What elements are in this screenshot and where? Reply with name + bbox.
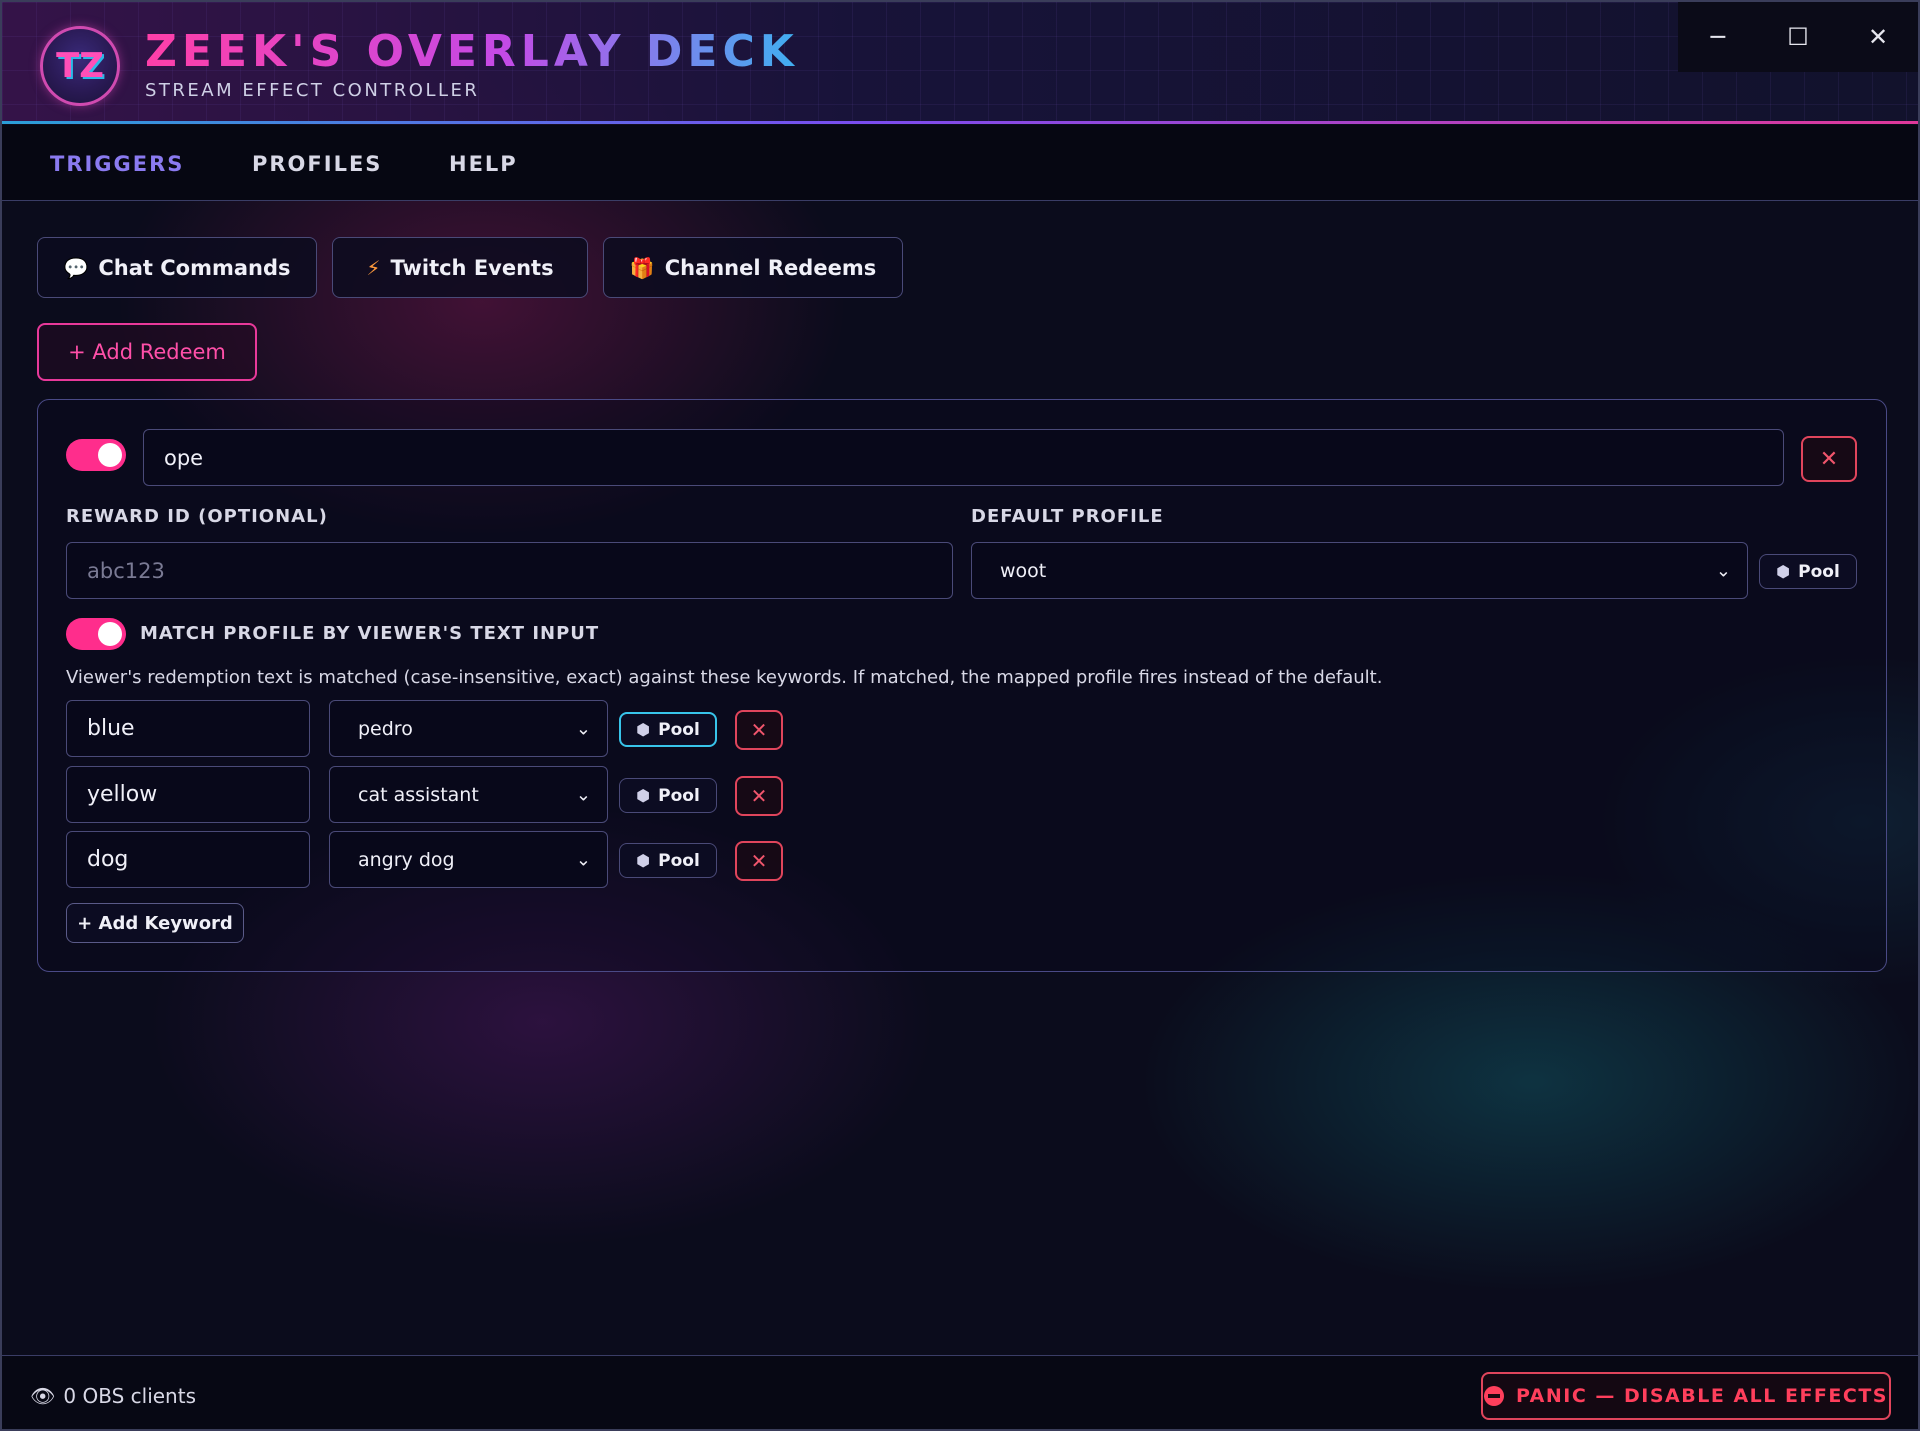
keyword-value: yellow — [87, 782, 158, 807]
pool-label: Pool — [658, 719, 700, 740]
keyword-input[interactable]: dog — [66, 831, 310, 888]
default-profile-value: woot — [1000, 559, 1047, 582]
subtab-channel-redeems[interactable]: 🎁 Channel Redeems — [603, 237, 903, 298]
lightning-icon: ⚡ — [366, 255, 381, 280]
reward-id-input[interactable]: abc123 — [66, 542, 953, 599]
delete-keyword-button[interactable]: ✕ — [735, 710, 783, 750]
dice-icon: ⬢ — [636, 786, 651, 805]
gift-icon: 🎁 — [629, 255, 655, 280]
close-icon: ✕ — [750, 718, 768, 742]
close-button[interactable]: ✕ — [1838, 2, 1918, 72]
delete-keyword-button[interactable]: ✕ — [735, 841, 783, 881]
reward-id-placeholder: abc123 — [87, 558, 165, 583]
default-pool-button[interactable]: ⬢ Pool — [1759, 554, 1857, 589]
pool-label: Pool — [658, 850, 700, 871]
no-entry-icon — [1484, 1386, 1504, 1406]
redeem-enabled-toggle[interactable] — [66, 439, 126, 471]
app-subtitle: STREAM EFFECT CONTROLLER — [145, 80, 480, 101]
keyword-profile-value: angry dog — [358, 848, 455, 871]
status-bar: 👁 0 OBS clients PANIC — DISABLE ALL EFFE… — [2, 1355, 1918, 1429]
dice-icon: ⬢ — [636, 720, 651, 739]
eye-icon: 👁 — [30, 1384, 56, 1408]
logo-text: TZ — [56, 46, 104, 86]
delete-redeem-button[interactable]: ✕ — [1801, 436, 1857, 482]
add-keyword-button[interactable]: + Add Keyword — [66, 903, 244, 943]
app-logo: TZ — [40, 26, 120, 106]
match-profile-label: MATCH PROFILE BY VIEWER'S TEXT INPUT — [140, 623, 600, 644]
subtab-label: Chat Commands — [98, 255, 291, 280]
keyword-input[interactable]: yellow — [66, 766, 310, 823]
panic-button[interactable]: PANIC — DISABLE ALL EFFECTS — [1481, 1372, 1891, 1420]
chevron-down-icon: ⌄ — [575, 849, 591, 870]
subtab-label: Channel Redeems — [664, 255, 877, 280]
maximize-icon: ☐ — [1787, 23, 1809, 51]
pool-label: Pool — [1798, 561, 1840, 582]
keyword-profile-value: pedro — [358, 717, 413, 740]
reward-id-label: REWARD ID (OPTIONAL) — [66, 506, 328, 527]
chat-bubble-icon: 💬 — [63, 255, 89, 280]
keyword-profile-select[interactable]: angry dog ⌄ — [329, 831, 608, 888]
keyword-profile-select[interactable]: cat assistant ⌄ — [329, 766, 608, 823]
tab-triggers[interactable]: TRIGGERS — [50, 152, 184, 176]
keyword-value: blue — [87, 716, 135, 741]
keyword-pool-button[interactable]: ⬢ Pool — [619, 843, 717, 878]
close-icon: ✕ — [1819, 446, 1839, 472]
subtab-chat-commands[interactable]: 💬 Chat Commands — [37, 237, 317, 298]
match-profile-toggle[interactable] — [66, 618, 126, 650]
redeem-name-value: ope — [164, 445, 204, 470]
chevron-down-icon: ⌄ — [1715, 560, 1731, 581]
chevron-down-icon: ⌄ — [575, 784, 591, 805]
tab-profiles[interactable]: PROFILES — [252, 152, 382, 176]
tab-help[interactable]: HELP — [449, 152, 518, 176]
obs-status: 👁 0 OBS clients — [30, 1384, 196, 1408]
default-profile-label: DEFAULT PROFILE — [971, 506, 1164, 527]
chevron-down-icon: ⌄ — [575, 718, 591, 739]
app-window: TZ ZEEK'S OVERLAY DECK STREAM EFFECT CON… — [0, 0, 1920, 1431]
minimize-button[interactable]: ─ — [1678, 2, 1758, 72]
close-icon: ✕ — [750, 784, 768, 808]
keyword-profile-select[interactable]: pedro ⌄ — [329, 700, 608, 757]
close-icon: ✕ — [1867, 23, 1889, 51]
redeem-name-input[interactable]: ope — [143, 429, 1784, 486]
keyword-profile-value: cat assistant — [358, 783, 479, 806]
add-redeem-button[interactable]: + Add Redeem — [37, 323, 257, 381]
default-profile-select[interactable]: woot ⌄ — [971, 542, 1748, 599]
keyword-input[interactable]: blue — [66, 700, 310, 757]
dice-icon: ⬢ — [636, 851, 651, 870]
panic-label: PANIC — DISABLE ALL EFFECTS — [1516, 1385, 1888, 1407]
header-accent-line — [2, 121, 1918, 124]
keyword-pool-button[interactable]: ⬢ Pool — [619, 712, 717, 747]
minimize-icon: ─ — [1710, 23, 1726, 51]
title-bar: TZ ZEEK'S OVERLAY DECK STREAM EFFECT CON… — [2, 2, 1918, 124]
maximize-button[interactable]: ☐ — [1758, 2, 1838, 72]
window-controls: ─ ☐ ✕ — [1678, 2, 1918, 72]
keyword-value: dog — [87, 847, 129, 872]
keyword-pool-button[interactable]: ⬢ Pool — [619, 778, 717, 813]
dice-icon: ⬢ — [1776, 562, 1791, 581]
app-title: ZEEK'S OVERLAY DECK — [145, 26, 799, 77]
delete-keyword-button[interactable]: ✕ — [735, 776, 783, 816]
pool-label: Pool — [658, 785, 700, 806]
subtab-label: Twitch Events — [390, 255, 554, 280]
subtab-twitch-events[interactable]: ⚡ Twitch Events — [332, 237, 588, 298]
main-nav: TRIGGERS PROFILES HELP — [2, 125, 1918, 201]
obs-clients-text: 0 OBS clients — [63, 1384, 196, 1408]
close-icon: ✕ — [750, 849, 768, 873]
match-help-text: Viewer's redemption text is matched (cas… — [66, 667, 1383, 688]
